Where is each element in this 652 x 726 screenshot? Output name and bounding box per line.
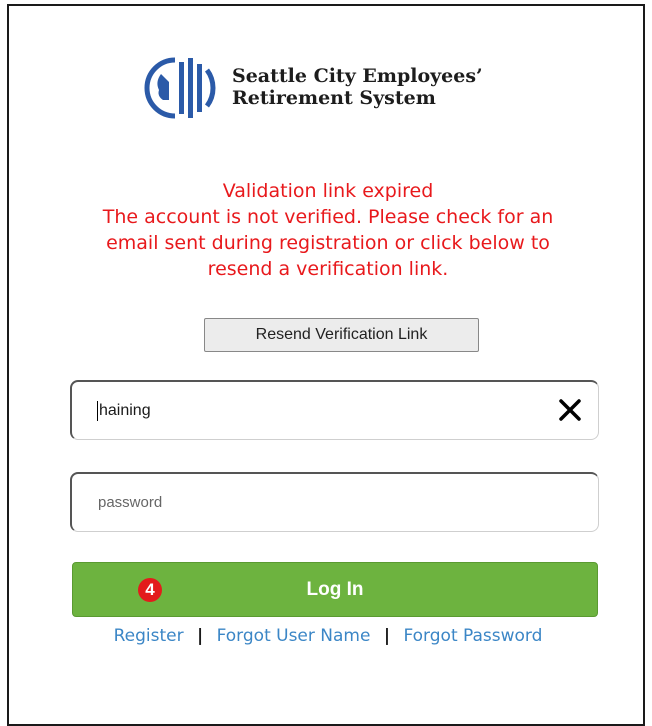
alert-line: resend a verification link. xyxy=(207,258,449,280)
alert-message: The account is not verified. Please chec… xyxy=(9,204,647,282)
username-field[interactable]: haining xyxy=(70,380,599,440)
org-name-line1: Seattle City Employees’ xyxy=(232,65,483,87)
forgot-user-name-link[interactable]: Forgot User Name xyxy=(217,626,371,646)
alert-title: Validation link expired xyxy=(222,180,434,202)
login-panel: Seattle City Employees’ Retirement Syste… xyxy=(7,4,645,726)
brand-header: Seattle City Employees’ Retirement Syste… xyxy=(135,52,555,122)
link-separator: | xyxy=(383,626,391,646)
close-icon[interactable] xyxy=(556,396,584,424)
org-name: Seattle City Employees’ Retirement Syste… xyxy=(232,65,483,109)
step-badge: 4 xyxy=(138,578,162,602)
resend-verification-button[interactable]: Resend Verification Link xyxy=(204,318,479,352)
footer-links: Register | Forgot User Name | Forgot Pas… xyxy=(9,621,647,651)
org-name-line2: Retirement System xyxy=(232,87,436,109)
password-field[interactable]: password xyxy=(70,472,599,532)
alert-line: The account is not verified. Please chec… xyxy=(102,206,554,228)
link-separator: | xyxy=(196,626,204,646)
password-placeholder: password xyxy=(98,494,163,511)
forgot-password-link[interactable]: Forgot Password xyxy=(403,626,542,646)
username-value-wrap: haining xyxy=(97,382,151,439)
seattle-city-logo-icon xyxy=(144,57,216,119)
text-caret xyxy=(97,400,98,421)
alert-line: email sent during registration or click … xyxy=(106,232,550,254)
username-value: haining xyxy=(99,401,151,419)
register-link[interactable]: Register xyxy=(114,626,184,646)
